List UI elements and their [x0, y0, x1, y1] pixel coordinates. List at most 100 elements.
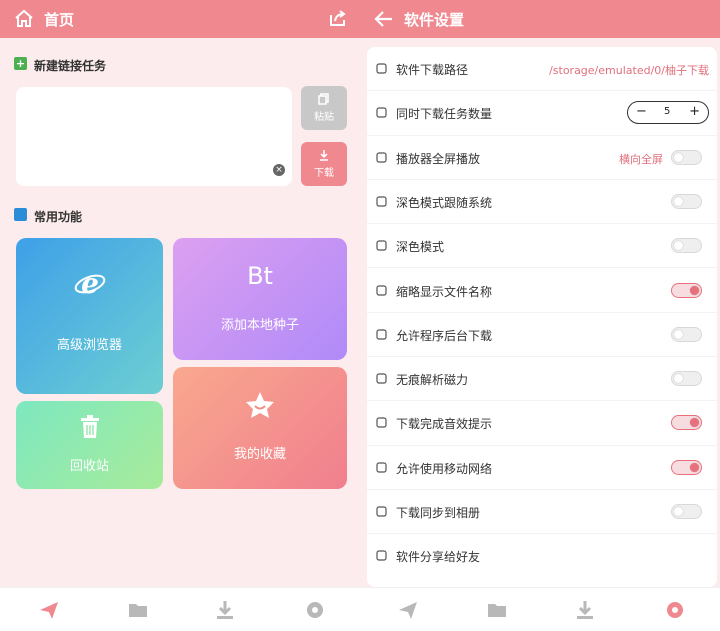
add-torrent-card[interactable]: Bt 添加本地种子 [173, 238, 347, 360]
settings-row-label: 深色模式跟随系统 [396, 195, 493, 210]
new-link-task-title: 新建链接任务 [34, 59, 107, 73]
nav-settings-icon[interactable] [664, 599, 686, 621]
browser-label: 高级浏览器 [56, 338, 122, 353]
settings-row[interactable]: 下载完成音效提示 [367, 401, 717, 446]
signal-icon [376, 462, 387, 473]
moon-icon [376, 240, 387, 251]
browser-card[interactable]: e 高级浏览器 [16, 238, 163, 394]
folder-download-icon [376, 63, 387, 74]
toggle-knob [674, 507, 683, 516]
settings-title: 软件设置 [404, 11, 465, 29]
download-button[interactable]: 下载 [301, 142, 347, 186]
toggle-knob [690, 418, 699, 428]
toggle-knob [674, 241, 683, 251]
background-download-icon [376, 329, 387, 340]
nav-folder-icon[interactable] [486, 599, 508, 621]
nav-download-icon[interactable] [574, 599, 596, 621]
settings-row-label: 同时下载任务数量 [396, 107, 493, 122]
settings-row[interactable]: 允许使用移动网络 [367, 446, 717, 490]
settings-row-label: 缩略显示文件名称 [396, 284, 493, 299]
bottom-nav-settings [364, 587, 720, 631]
settings-row-label: 允许程序后台下载 [396, 328, 493, 343]
toggle-switch[interactable] [671, 504, 702, 519]
back-arrow-icon[interactable] [374, 9, 394, 29]
settings-row-value[interactable]: 横向全屏 [619, 151, 663, 167]
task-count-stepper[interactable]: − 5 + [627, 101, 709, 125]
settings-list: 软件下载路径/storage/emulated/0/柚子下载同时下载任务数量 − 5… [367, 47, 717, 587]
page-title: 首页 [44, 11, 75, 29]
settings-row-label: 深色模式 [396, 240, 445, 255]
settings-row-label: 软件分享给好友 [396, 550, 481, 565]
list-bullets-icon [376, 284, 387, 296]
decrement-button[interactable]: − [636, 104, 647, 119]
toggle-knob [674, 152, 683, 162]
moon-icon [376, 196, 387, 207]
trash-icon [81, 415, 99, 438]
nav-settings-icon[interactable] [304, 599, 326, 621]
toggle-switch[interactable] [671, 282, 702, 298]
list-icon [376, 107, 387, 118]
settings-row-label: 下载完成音效提示 [396, 417, 493, 432]
settings-top-bar: 软件设置 [364, 0, 720, 38]
paste-button[interactable]: 粘贴 [301, 86, 347, 130]
favorites-label: 我的收藏 [233, 447, 286, 462]
nav-folder-icon[interactable] [127, 599, 149, 621]
recycle-bin-card[interactable]: 回收站 [16, 401, 163, 489]
settings-row[interactable]: 播放器全屏播放 横向全屏 [367, 136, 717, 180]
settings-row-label: 软件下载路径 [396, 63, 469, 77]
home-icon[interactable] [14, 9, 34, 28]
clear-icon[interactable]: × [273, 164, 285, 176]
settings-row-label: 下载同步到相册 [396, 506, 481, 520]
star-icon [246, 392, 274, 418]
settings-row-value[interactable]: /storage/emulated/0/柚子下载 [549, 62, 709, 78]
settings-row[interactable]: 同时下载任务数量 − 5 + [367, 91, 717, 136]
settings-row[interactable]: 软件下载路径/storage/emulated/0/柚子下载 [367, 47, 717, 92]
share-icon[interactable] [328, 9, 348, 28]
toggle-switch[interactable] [671, 371, 702, 387]
toolbox-icon [14, 208, 27, 221]
settings-row[interactable]: 下载同步到相册 [367, 490, 717, 535]
toggle-knob [690, 462, 699, 472]
settings-screen: 软件设置 软件下载路径/storage/emulated/0/柚子下载 同时下载任… [364, 0, 720, 631]
toggle-switch[interactable] [671, 149, 702, 165]
svg-text:e: e [81, 268, 99, 298]
add-task-icon: + [14, 57, 27, 70]
home-screen: 首页 + 新建链接任务 × 粘贴 下载 常用功能 e 高级浏览器 Bt 添加本地… [0, 0, 364, 631]
stepper-value: 5 [664, 106, 671, 118]
settings-row[interactable]: 无痕解析磁力 [367, 357, 717, 402]
link-input[interactable] [16, 87, 292, 186]
nav-send-icon[interactable] [397, 599, 419, 621]
settings-row[interactable]: 允许程序后台下载 [367, 313, 717, 358]
add-torrent-label: 添加本地种子 [220, 318, 299, 333]
toggle-knob [690, 285, 699, 295]
home-top-bar: 首页 [0, 0, 364, 38]
settings-row[interactable]: 深色模式 [367, 224, 717, 269]
bottom-nav [0, 587, 364, 631]
toggle-switch[interactable] [671, 326, 702, 342]
paste-label: 粘贴 [314, 112, 334, 123]
sound-icon [376, 417, 387, 428]
settings-row[interactable]: 缩略显示文件名称 [367, 269, 717, 313]
sync-icon [376, 506, 387, 517]
toggle-switch[interactable] [671, 459, 702, 475]
browser-icon: e [74, 268, 106, 298]
bt-icon: Bt [247, 262, 273, 290]
increment-button[interactable]: + [689, 104, 700, 119]
toggle-switch[interactable] [671, 193, 702, 209]
toggle-switch[interactable] [671, 415, 702, 431]
toggle-knob [674, 374, 683, 384]
fullscreen-icon [376, 151, 387, 163]
toggle-switch[interactable] [671, 238, 702, 254]
paste-icon [318, 93, 329, 105]
settings-row[interactable]: 软件分享给好友 [367, 534, 717, 578]
settings-row[interactable]: 深色模式跟随系统 [367, 180, 717, 225]
incognito-icon [376, 373, 387, 384]
settings-row-label: 无痕解析磁力 [396, 373, 469, 388]
share-icon [376, 550, 387, 561]
settings-row-label: 播放器全屏播放 [396, 151, 481, 166]
favorites-card[interactable]: 我的收藏 [173, 367, 347, 489]
nav-send-icon[interactable] [38, 599, 60, 621]
toggle-knob [674, 196, 683, 206]
nav-download-icon[interactable] [214, 599, 236, 621]
download-icon [320, 150, 328, 161]
